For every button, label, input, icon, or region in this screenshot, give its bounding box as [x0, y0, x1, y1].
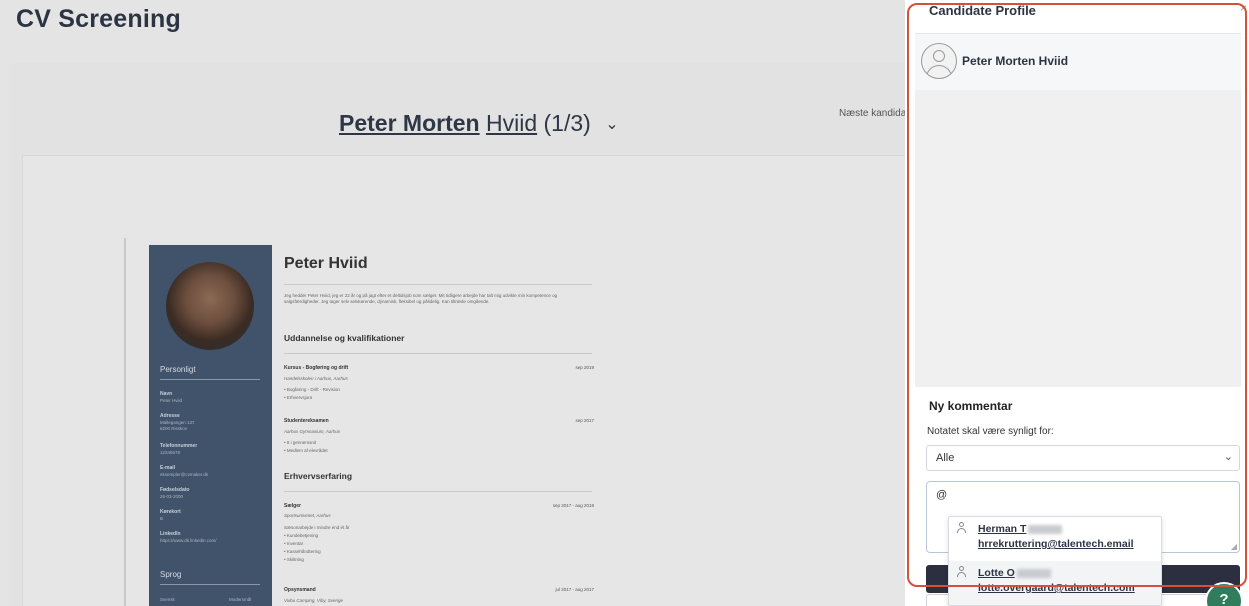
- cv-value: B: [160, 516, 164, 521]
- cv-bullet: • Skiltning: [284, 557, 304, 562]
- new-comment-heading: Ny kommentar: [929, 399, 1013, 413]
- cv-value: 12345678: [160, 450, 181, 455]
- cv-language: Svensk: [160, 597, 175, 602]
- cv-value: Peter Hviid: [160, 398, 183, 403]
- visibility-select[interactable]: Alle ⌄: [926, 445, 1240, 471]
- comments-area: [915, 90, 1241, 387]
- cv-value: https://www.dk.linkedin.com/: [160, 538, 217, 543]
- mention-dropdown: Herman T hrrekruttering@talentech.email …: [948, 516, 1162, 606]
- cv-entry-date: sep 2019: [575, 365, 594, 370]
- chevron-down-icon: ⌄: [1223, 451, 1233, 463]
- cv-entry-place: Vivbu Camping, Viby, Sverige: [284, 598, 344, 603]
- cv-education-heading: Uddannelse og kvalifikationer: [284, 333, 405, 343]
- cv-divider: [160, 584, 260, 585]
- cv-entry-place: Aarhus Gymnasium, Aarhus: [284, 429, 341, 434]
- candidate-selector[interactable]: Peter Morten Hviid (1/3) ⌄: [339, 110, 619, 137]
- candidate-profile-row: Peter Morten Hviid: [915, 34, 1241, 90]
- resize-handle-icon[interactable]: ◢: [1231, 542, 1237, 551]
- candidate-profile-drawer: Candidate Profile × Peter Morten Hviid N…: [905, 0, 1249, 606]
- cv-divider: [284, 353, 592, 354]
- cv-entry-title: Kursus - Bogføring og drift: [284, 365, 349, 371]
- chevron-down-icon[interactable]: ⌄: [605, 114, 618, 134]
- page-title: CV Screening: [16, 5, 181, 33]
- cv-entry-title: Opsynsmand: [284, 587, 316, 593]
- mention-email: hrrekruttering@talentech.email: [978, 538, 1134, 550]
- cv-languages-heading: Sprog: [160, 570, 182, 579]
- cv-bullet: • Inventar: [284, 541, 304, 546]
- mention-email: lotte.overgaard@talentech.com: [978, 582, 1135, 594]
- cv-bullet: • 8 i gennemsnit: [284, 440, 317, 445]
- user-icon: [957, 566, 967, 578]
- mention-name: Herman T: [978, 523, 1063, 535]
- mention-option[interactable]: Lotte O lotte.overgaard@talentech.com: [949, 561, 1161, 605]
- main-page: CV Screening Peter Morten Hviid (1/3) ⌄ …: [0, 0, 905, 606]
- cv-personal-heading: Personligt: [160, 365, 196, 374]
- cv-entry-desc: Sæsonarbejde i mindre end ét år: [284, 525, 350, 530]
- cv-entry-date: sep 2017 - aug 2018: [552, 503, 594, 508]
- next-candidate-link[interactable]: Næste kandida: [839, 108, 905, 119]
- cv-photo: [166, 262, 254, 350]
- cv-divider: [284, 491, 592, 492]
- cv-label: Navn: [160, 391, 173, 397]
- cv-bullet: • Kassehåndtering: [284, 549, 321, 554]
- cv-entry-title: Studentereksamen: [284, 418, 329, 424]
- cv-intro: Jeg hedder Peter Hviid, jeg er 22 år og …: [284, 293, 558, 304]
- drawer-title: Candidate Profile: [929, 3, 1036, 18]
- cv-page-edge: [124, 238, 126, 606]
- candidate-index: (1/3): [543, 110, 591, 136]
- candidate-first-name[interactable]: Peter Morten: [339, 110, 480, 136]
- candidate-last-name[interactable]: Hviid: [486, 110, 537, 136]
- comment-text: @: [936, 489, 948, 501]
- cv-label: Adresse: [160, 413, 180, 419]
- cv-document: Personligt Navn Peter Hviid Adresse Mall…: [149, 245, 619, 606]
- cv-entry-date: jul 2017 - aug 2017: [555, 587, 594, 592]
- mention-option[interactable]: Herman T hrrekruttering@talentech.email: [949, 517, 1161, 561]
- cv-divider: [160, 379, 260, 380]
- cv-bullet: • Kundebetjening: [284, 533, 319, 538]
- cv-entry-date: sep 2017: [575, 418, 594, 423]
- cv-label: Kørekort: [160, 509, 181, 515]
- candidate-name: Peter Morten Hviid: [962, 54, 1069, 68]
- cv-content: Peter Hviid Jeg hedder Peter Hviid, jeg …: [284, 245, 594, 606]
- cv-bullet: • Medlem af elevrådet: [284, 448, 328, 453]
- cv-language-level: Modersmål: [229, 597, 252, 602]
- visibility-label: Notatet skal være synligt for:: [927, 426, 1054, 437]
- cv-entry-place: Handelsskolen i Aarhus, Aarhus: [284, 376, 348, 381]
- mention-name: Lotte O: [978, 567, 1051, 579]
- cv-entry-place: Sportsunivenet, Aarhus: [284, 513, 331, 518]
- cv-entry-title: Sælger: [284, 503, 301, 509]
- cv-value: 26-03-2000: [160, 494, 184, 499]
- visibility-selected-value: Alle: [936, 452, 955, 464]
- cv-divider: [284, 284, 592, 285]
- cv-bullet: • Erhvervsjura: [284, 395, 313, 400]
- cv-value: Mallegangen 137 8200 Risskov: [160, 420, 195, 431]
- cv-name: Peter Hviid: [284, 255, 368, 272]
- cv-bullet: • Bogføring - Drift - Revision: [284, 387, 340, 392]
- cv-label: E-mail: [160, 465, 176, 471]
- cv-label: Fødselsdato: [160, 487, 190, 493]
- cv-experience-heading: Erhvervserfaring: [284, 471, 353, 481]
- cv-label: LinkedIn: [160, 531, 181, 537]
- avatar-icon: [921, 43, 957, 79]
- cv-value: eksempler@cvmaker.dk: [160, 472, 209, 477]
- cv-label: Telefonnummer: [160, 443, 198, 449]
- cv-sidebar: Personligt Navn Peter Hviid Adresse Mall…: [149, 245, 272, 606]
- close-icon[interactable]: ×: [1240, 1, 1247, 15]
- user-icon: [957, 522, 967, 534]
